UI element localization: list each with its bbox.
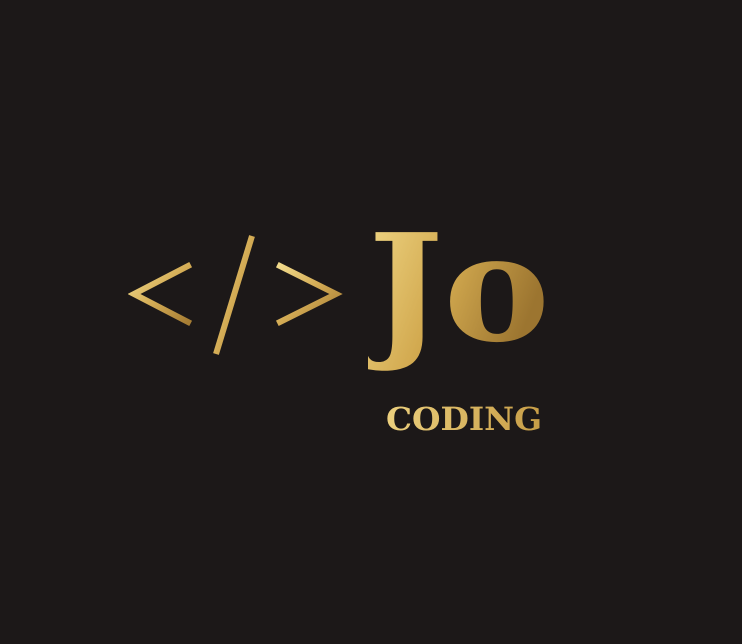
logo-wordmark: Jo	[368, 216, 550, 375]
slash-glyph	[213, 235, 255, 355]
tagline-text: CODING	[386, 400, 542, 437]
jo-coding-logo: Jo CODING	[0, 0, 742, 644]
less-than-glyph	[128, 261, 193, 327]
logo-name: Jo	[368, 216, 550, 375]
logo-tagline: CODING	[386, 400, 542, 437]
code-brackets-icon	[128, 235, 343, 355]
greater-than-glyph	[275, 261, 343, 327]
